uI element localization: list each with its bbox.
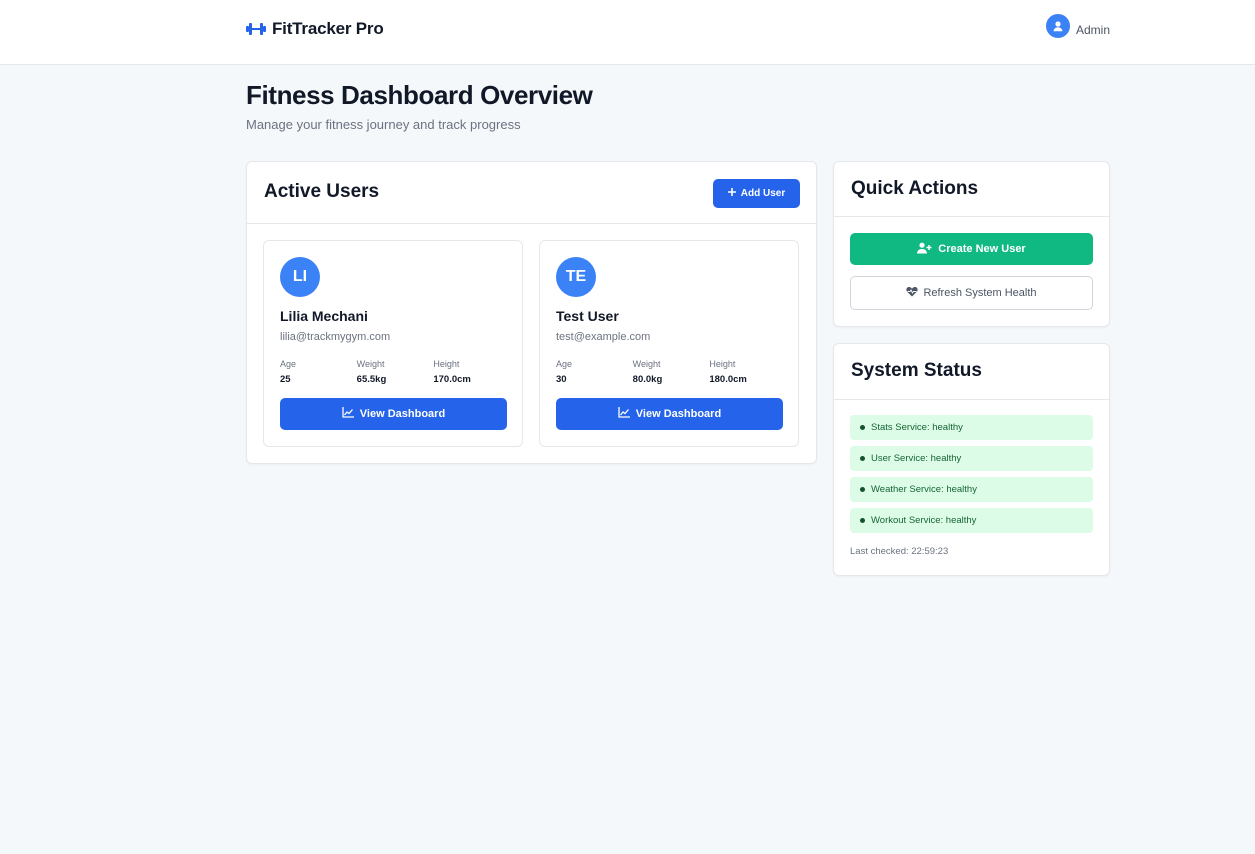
- list-item: Weather Service: healthy: [850, 477, 1093, 502]
- quick-actions-panel: Quick Actions Create New User Refresh Sy…: [833, 161, 1110, 327]
- list-item: Workout Service: healthy: [850, 508, 1093, 533]
- user-stats: Age 30 Weight 80.0kg Height 180.0cm: [556, 359, 786, 385]
- stat-height: Height 180.0cm: [709, 359, 786, 385]
- refresh-system-health-button[interactable]: Refresh System Health: [850, 276, 1093, 310]
- user-card: LI Lilia Mechani lilia@trackmygym.com Ag…: [263, 240, 523, 447]
- user-menu[interactable]: Admin: [1045, 14, 1110, 38]
- user-circle-icon: [1045, 14, 1070, 38]
- plus-icon: [727, 188, 736, 199]
- status-dot-icon: [860, 456, 865, 461]
- add-user-label: Add User: [740, 188, 786, 199]
- chart-line-icon: [618, 407, 630, 421]
- user-name: Lilia Mechani: [280, 308, 368, 324]
- stat-label: Age: [280, 359, 297, 369]
- system-status-title: System Status: [851, 360, 982, 381]
- add-user-button[interactable]: Add User: [713, 179, 800, 208]
- stat-value: 180.0cm: [709, 374, 747, 385]
- stat-label: Weight: [356, 359, 385, 369]
- user-email: lilia@trackmygym.com: [280, 331, 391, 343]
- stat-weight: Weight 80.0kg: [633, 359, 710, 385]
- list-item: Stats Service: healthy: [850, 415, 1093, 440]
- active-users-header: Active Users Add User: [247, 162, 816, 224]
- active-users-title: Active Users: [264, 181, 380, 202]
- dumbbell-icon: [246, 22, 266, 36]
- stat-weight: Weight 65.5kg: [357, 359, 434, 385]
- user-name: Test User: [556, 308, 619, 324]
- service-status-text: Stats Service: healthy: [871, 422, 963, 433]
- service-status-list: Stats Service: healthy User Service: hea…: [850, 415, 1093, 539]
- refresh-system-health-label: Refresh System Health: [923, 287, 1037, 299]
- brand-name: FitTracker Pro: [272, 19, 384, 38]
- stat-value: 80.0kg: [632, 374, 663, 385]
- status-dot-icon: [860, 425, 865, 430]
- stat-value: 30: [556, 374, 567, 385]
- quick-actions-title: Quick Actions: [851, 178, 979, 199]
- view-dashboard-label: View Dashboard: [635, 408, 722, 420]
- service-status-text: User Service: healthy: [871, 453, 962, 464]
- last-checked-timestamp: Last checked: 22:59:23: [850, 546, 949, 557]
- stat-label: Height: [433, 359, 460, 369]
- view-dashboard-button[interactable]: View Dashboard: [280, 398, 507, 430]
- page-subtitle: Manage your fitness journey and track pr…: [246, 117, 521, 132]
- heartbeat-icon: [906, 286, 919, 300]
- stat-age: Age 30: [556, 359, 633, 385]
- view-dashboard-button[interactable]: View Dashboard: [556, 398, 783, 430]
- top-navbar: FitTracker Pro Admin: [0, 0, 1255, 65]
- user-card: TE Test User test@example.com Age 30 Wei…: [539, 240, 799, 447]
- system-status-panel: System Status Stats Service: healthy Use…: [833, 343, 1110, 576]
- stat-value: 25: [280, 374, 291, 385]
- stat-label: Age: [556, 359, 573, 369]
- service-status-text: Weather Service: healthy: [871, 484, 977, 495]
- stat-label: Weight: [632, 359, 661, 369]
- user-name: Admin: [1075, 23, 1110, 37]
- create-new-user-button[interactable]: Create New User: [850, 233, 1093, 265]
- user-plus-icon: [917, 242, 932, 257]
- avatar: TE: [556, 257, 596, 297]
- page-title: Fitness Dashboard Overview: [246, 80, 593, 110]
- quick-actions-header: Quick Actions: [834, 162, 1109, 217]
- stat-label: Height: [709, 359, 736, 369]
- create-new-user-label: Create New User: [938, 243, 1026, 255]
- stat-age: Age 25: [280, 359, 357, 385]
- avatar: LI: [280, 257, 320, 297]
- stat-value: 170.0cm: [433, 374, 471, 385]
- user-stats: Age 25 Weight 65.5kg Height 170.0cm: [280, 359, 510, 385]
- user-email: test@example.com: [556, 331, 651, 343]
- stat-height: Height 170.0cm: [433, 359, 510, 385]
- active-users-panel: Active Users Add User LI Lilia Mechani l…: [246, 161, 817, 464]
- list-item: User Service: healthy: [850, 446, 1093, 471]
- service-status-text: Workout Service: healthy: [871, 515, 977, 526]
- chart-line-icon: [342, 407, 354, 421]
- status-dot-icon: [860, 518, 865, 523]
- system-status-header: System Status: [834, 344, 1109, 400]
- brand[interactable]: FitTracker Pro: [246, 19, 384, 39]
- view-dashboard-label: View Dashboard: [359, 408, 446, 420]
- status-dot-icon: [860, 487, 865, 492]
- stat-value: 65.5kg: [356, 374, 387, 385]
